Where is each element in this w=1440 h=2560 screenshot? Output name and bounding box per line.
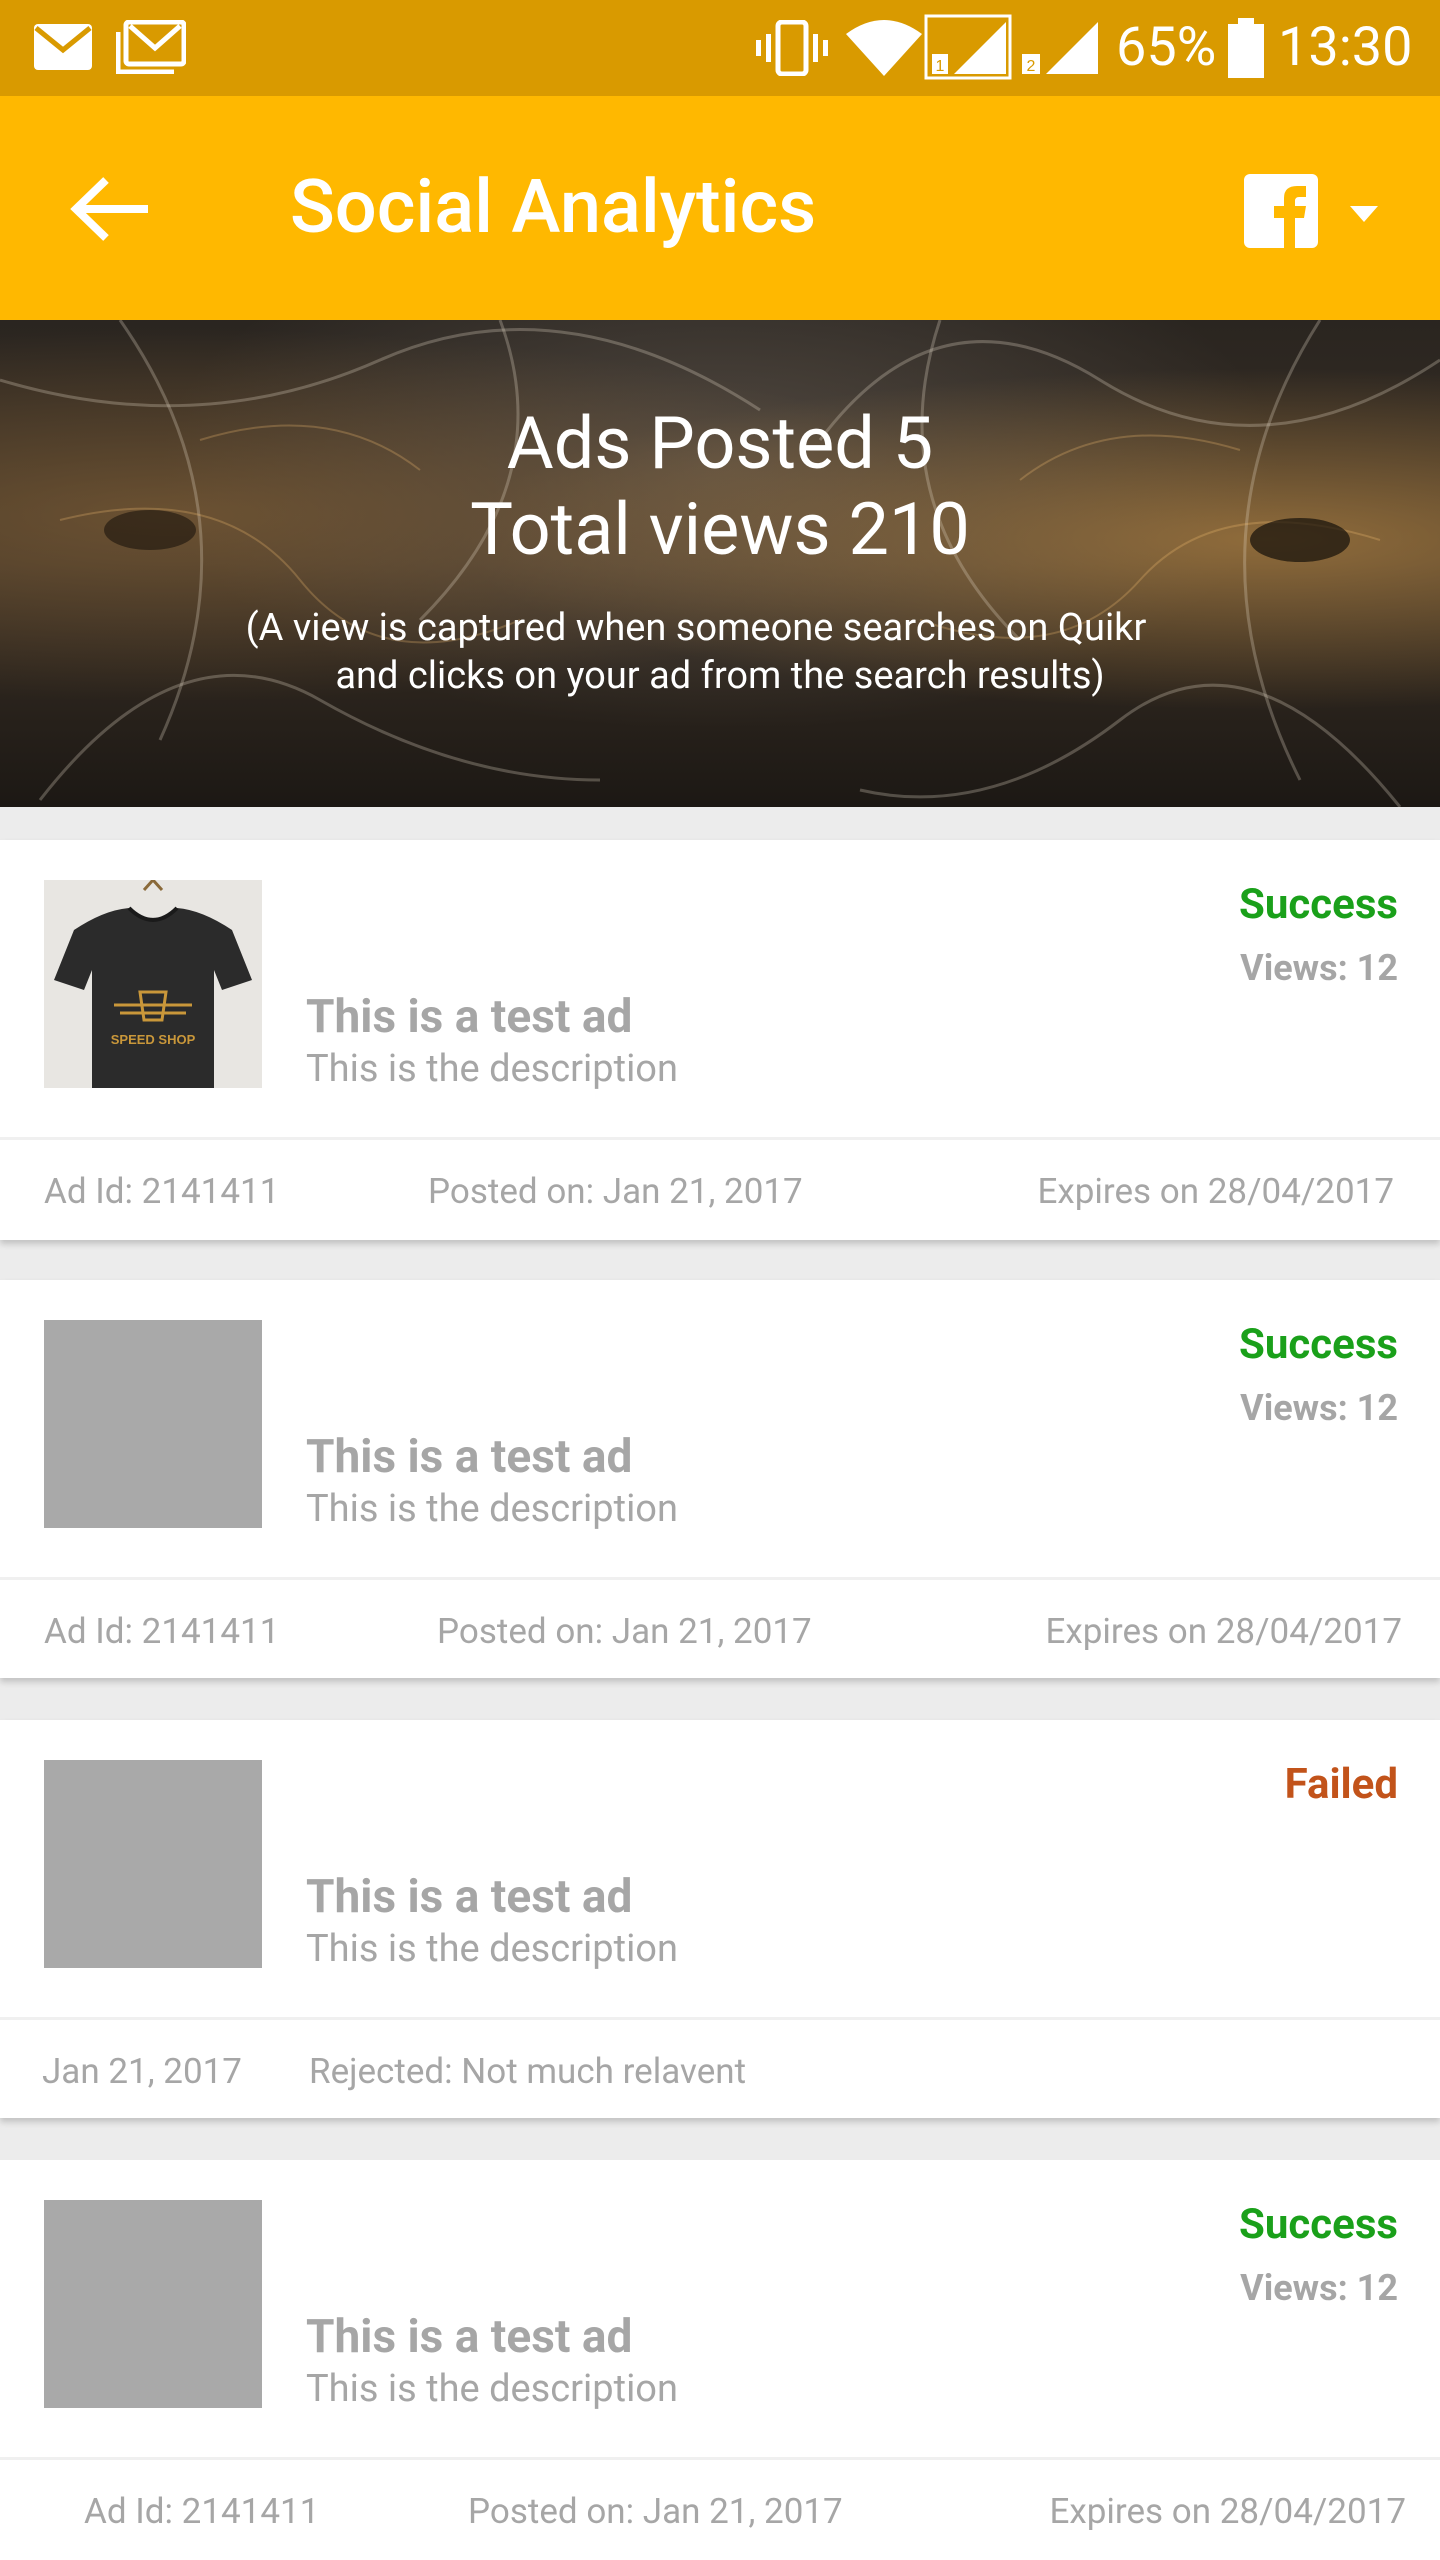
ad-thumbnail-placeholder[interactable] <box>44 1760 262 1968</box>
svg-text:1: 1 <box>936 58 945 75</box>
views-count: Views: 12 <box>1240 1387 1398 1429</box>
ads-posted-count: Ads Posted 5 <box>506 401 934 486</box>
ad-id: Ad Id: 2141411 <box>44 1611 280 1652</box>
ad-description: This is the description <box>306 1927 678 1971</box>
expiry-date: Expires on 28/04/2017 <box>1037 1171 1394 1212</box>
rejection-reason: Rejected: Not much relavent <box>309 2051 747 2092</box>
page-title: Social Analytics <box>290 164 817 251</box>
ad-title: This is a test ad <box>306 2310 633 2364</box>
caret-down-icon[interactable] <box>1350 206 1378 224</box>
posted-date: Posted on: Jan 21, 2017 <box>468 2491 843 2532</box>
ad-description: This is the description <box>306 1487 678 1531</box>
divider <box>0 1137 1440 1140</box>
posted-date: Posted on: Jan 21, 2017 <box>437 1611 812 1652</box>
gmail-icon <box>116 20 186 74</box>
views-count: Views: 12 <box>1240 947 1398 989</box>
ad-title: This is a test ad <box>306 990 633 1044</box>
views-count: Views: 12 <box>1240 2267 1398 2309</box>
status-badge: Success <box>1239 880 1398 929</box>
ad-description: This is the description <box>306 1047 678 1091</box>
summary-banner: Ads Posted 5 Total views 210 (A view is … <box>0 320 1440 807</box>
ad-card[interactable]: SPEED SHOP Success Views: 12 This is a t… <box>0 840 1440 1240</box>
arrow-back-icon[interactable] <box>70 176 150 242</box>
views-note-line1: (A view is captured when someone searche… <box>245 606 1147 650</box>
facebook-icon[interactable] <box>1244 174 1318 248</box>
divider <box>0 2457 1440 2460</box>
ad-card[interactable]: Failed This is a test ad This is the des… <box>0 1720 1440 2118</box>
ad-id: Ad Id: 2141411 <box>44 1171 280 1212</box>
signal-sim1-icon: 1 <box>924 14 1012 80</box>
ad-id: Ad Id: 2141411 <box>84 2491 320 2532</box>
svg-text:2: 2 <box>1027 58 1036 75</box>
ad-card[interactable]: Success Views: 12 This is a test ad This… <box>0 1280 1440 1678</box>
ad-thumbnail-placeholder[interactable] <box>44 2200 262 2408</box>
battery-percent: 65% <box>1116 16 1217 79</box>
status-badge: Success <box>1239 2200 1398 2249</box>
ad-thumbnail[interactable]: SPEED SHOP <box>44 880 262 1088</box>
views-note-line2: and clicks on your ad from the search re… <box>335 654 1105 698</box>
email-icon <box>34 24 92 70</box>
ad-title: This is a test ad <box>306 1870 633 1924</box>
wifi-icon <box>846 20 922 76</box>
ad-title: This is a test ad <box>306 1430 633 1484</box>
posted-date: Jan 21, 2017 <box>42 2051 242 2092</box>
divider <box>0 2017 1440 2020</box>
total-views-count: Total views 210 <box>470 487 970 572</box>
ad-description: This is the description <box>306 2367 678 2411</box>
ad-thumbnail-placeholder[interactable] <box>44 1320 262 1528</box>
status-badge: Failed <box>1284 1760 1398 1809</box>
tshirt-image: SPEED SHOP <box>44 880 262 1088</box>
signal-sim2-icon: 2 <box>1022 22 1098 75</box>
expiry-date: Expires on 28/04/2017 <box>1049 2491 1406 2532</box>
status-bar: 1 2 65% 13:30 <box>0 0 1440 96</box>
status-badge: Success <box>1239 1320 1398 1369</box>
ad-card[interactable]: Success Views: 12 This is a test ad This… <box>0 2160 1440 2560</box>
vibrate-icon <box>756 20 828 76</box>
svg-text:SPEED SHOP: SPEED SHOP <box>111 1032 196 1047</box>
divider <box>0 1577 1440 1580</box>
app-bar: Social Analytics <box>0 96 1440 320</box>
clock: 13:30 <box>1278 16 1413 79</box>
expiry-date: Expires on 28/04/2017 <box>1045 1611 1402 1652</box>
posted-date: Posted on: Jan 21, 2017 <box>428 1171 803 1212</box>
battery-icon <box>1228 18 1264 78</box>
